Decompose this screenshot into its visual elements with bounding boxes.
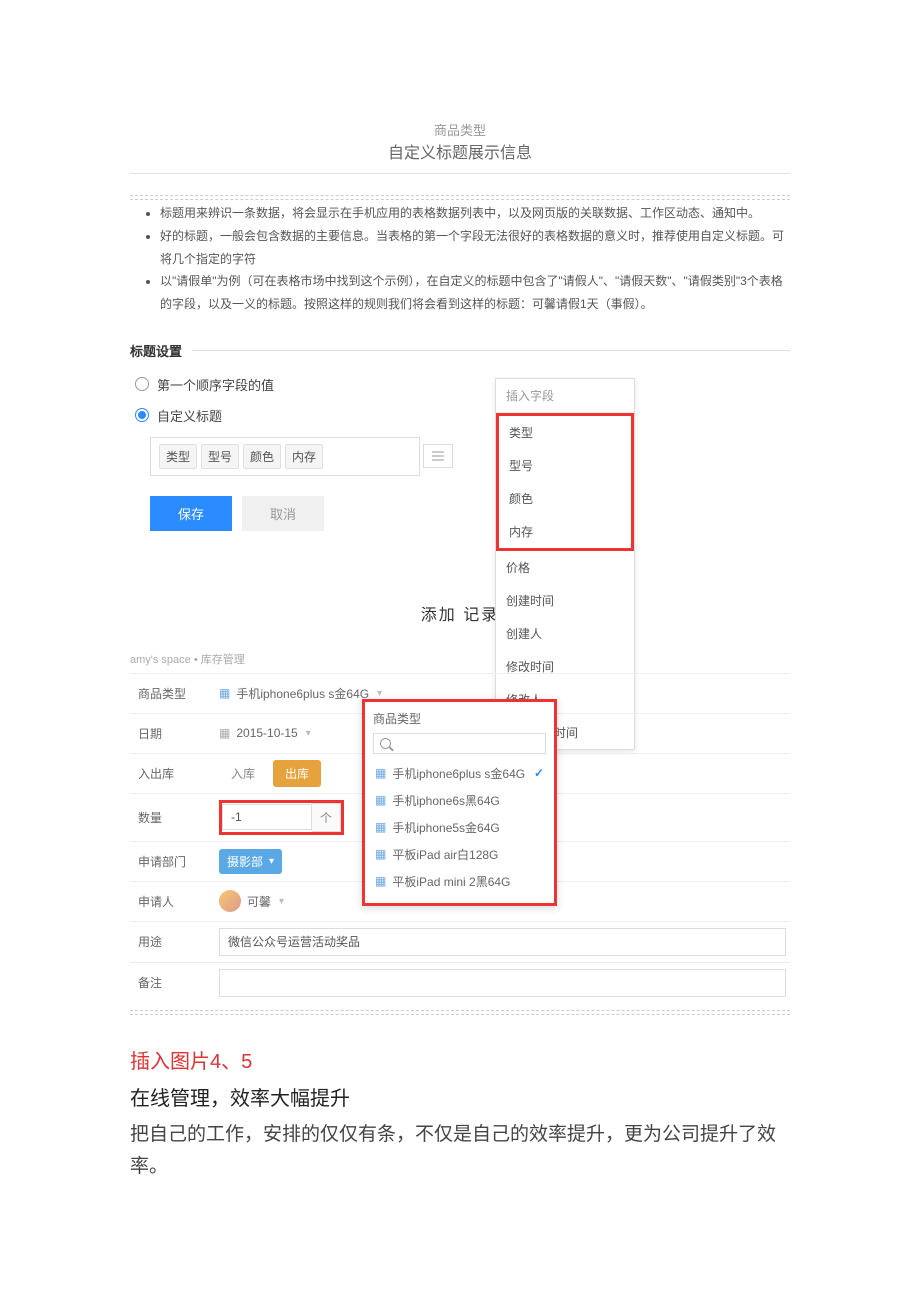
person-name: 可馨 <box>247 893 271 910</box>
popup-item-text: 平板iPad mini 2黑64G <box>392 873 510 890</box>
popup-item[interactable]: ▦ 手机iphone5s金64G <box>373 814 546 841</box>
popup-item[interactable]: ▦ 手机iphone6plus s金64G ✓ <box>373 760 546 787</box>
subheading: 在线管理，效率大幅提升 <box>130 1082 790 1111</box>
radio-custom-title[interactable]: 自定义标题 <box>135 406 790 425</box>
dropdown-item[interactable]: 内存 <box>499 515 631 548</box>
dashed-line <box>130 194 790 196</box>
label-use: 用途 <box>130 923 215 960</box>
quantity-unit: 个 <box>312 803 341 832</box>
popup-item-text: 手机iphone5s金64G <box>392 819 499 836</box>
label-product-type: 商品类型 <box>130 675 215 712</box>
popup-title: 商品类型 <box>373 710 546 727</box>
calendar-icon: ▦ <box>219 726 230 740</box>
chevron-down-icon: ▾ <box>306 728 311 739</box>
label-dept: 申请部门 <box>130 843 215 880</box>
section-line <box>192 350 790 351</box>
grid-icon: ▦ <box>375 820 386 834</box>
dropdown-item[interactable]: 型号 <box>499 449 631 482</box>
popup-search[interactable] <box>373 733 546 754</box>
tag-item[interactable]: 型号 <box>201 444 239 469</box>
check-icon: ✓ <box>534 766 544 780</box>
chevron-down-icon: ▾ <box>377 688 382 699</box>
grid-icon: ▦ <box>375 874 386 888</box>
radio-first-field[interactable]: 第一个顺序字段的值 <box>135 375 790 394</box>
radio-icon <box>135 377 149 391</box>
product-type-popup: 商品类型 ▦ 手机iphone6plus s金64G ✓ ▦ 手机iphone6… <box>362 699 557 906</box>
label-date: 日期 <box>130 715 215 752</box>
note-input[interactable] <box>219 969 786 997</box>
popup-item[interactable]: ▦ 平板iPad air白128G <box>373 841 546 868</box>
popup-item-text: 手机iphone6s黑64G <box>392 792 499 809</box>
label-qty: 数量 <box>130 799 215 836</box>
quantity-box-highlighted: 个 <box>219 800 344 835</box>
dropdown-item[interactable]: 价格 <box>496 551 634 584</box>
section-title-settings: 标题设置 <box>130 341 182 360</box>
date-text: 2015-10-15 <box>236 726 297 740</box>
product-type-text: 手机iphone6plus s金64G <box>236 685 369 702</box>
quantity-input[interactable] <box>222 804 312 830</box>
tag-item[interactable]: 颜色 <box>243 444 281 469</box>
insert-field-icon[interactable] <box>423 444 453 468</box>
radio-icon-checked <box>135 408 149 422</box>
grid-icon: ▦ <box>375 766 386 780</box>
dashed-line <box>130 1009 790 1011</box>
popup-item-text: 平板iPad air白128G <box>392 846 498 863</box>
grid-icon: ▦ <box>375 847 386 861</box>
cancel-button[interactable]: 取消 <box>242 496 324 531</box>
radio-label: 第一个顺序字段的值 <box>157 375 274 394</box>
divider <box>130 173 790 174</box>
body-text-section: 插入图片4、5 在线管理，效率大幅提升 把自己的工作，安排的仅仅有条，不仅是自己… <box>130 1045 790 1184</box>
search-icon <box>380 738 391 749</box>
tag-item[interactable]: 类型 <box>159 444 197 469</box>
radio-label: 自定义标题 <box>157 406 222 425</box>
header-title: 自定义标题展示信息 <box>130 139 790 163</box>
paragraph: 把自己的工作，安排的仅仅有条，不仅是自己的效率提升，更为公司提升了效率。 <box>130 1119 790 1184</box>
dropdown-item[interactable]: 创建时间 <box>496 584 634 617</box>
dashed-line <box>130 198 790 200</box>
insert-image-note: 插入图片4、5 <box>130 1045 790 1074</box>
popup-item[interactable]: ▦ 手机iphone6s黑64G <box>373 787 546 814</box>
tag-input-box[interactable]: 类型 型号 颜色 内存 <box>150 437 420 476</box>
bullet-item: 标题用来辨识一条数据，将会显示在手机应用的表格数据列表中，以及网页版的关联数据、… <box>160 202 790 225</box>
breadcrumb-item[interactable]: amy's space <box>130 654 191 666</box>
dashed-line <box>130 1013 790 1015</box>
highlighted-fields-box: 类型 型号 颜色 内存 <box>496 413 634 551</box>
label-io: 入出库 <box>130 755 215 792</box>
tag-item[interactable]: 内存 <box>285 444 323 469</box>
breadcrumb: amy's space • 库存管理 <box>130 645 790 673</box>
header-subtitle: 商品类型 <box>130 120 790 139</box>
bullet-item: 以"请假单"为例（可在表格市场中找到这个示例），在自定义的标题中包含了"请假人"… <box>160 270 790 316</box>
breadcrumb-item[interactable]: 库存管理 <box>201 654 245 666</box>
pill-in[interactable]: 入库 <box>219 760 267 787</box>
dept-text: 摄影部 <box>227 853 263 870</box>
avatar-icon <box>219 890 241 912</box>
description-list: 标题用来辨识一条数据，将会显示在手机应用的表格数据列表中，以及网页版的关联数据、… <box>130 202 790 316</box>
use-input[interactable] <box>219 928 786 956</box>
chevron-down-icon: ▾ <box>269 856 274 867</box>
bullet-item: 好的标题，一般会包含数据的主要信息。当表格的第一个字段无法很好的表格数据的意义时… <box>160 225 790 271</box>
popup-item-text: 手机iphone6plus s金64G <box>392 765 525 782</box>
label-note: 备注 <box>130 964 215 1001</box>
dropdown-item[interactable]: 类型 <box>499 416 631 449</box>
dropdown-item[interactable]: 颜色 <box>499 482 631 515</box>
page-header: 商品类型 自定义标题展示信息 <box>130 120 790 163</box>
dept-pill[interactable]: 摄影部 ▾ <box>219 849 282 874</box>
chevron-down-icon: ▾ <box>279 896 284 907</box>
add-record-title: 添加 记录 <box>0 601 920 625</box>
dropdown-header: 插入字段 <box>496 379 634 413</box>
grid-icon: ▦ <box>219 686 230 700</box>
grid-icon: ▦ <box>375 793 386 807</box>
label-person: 申请人 <box>130 883 215 920</box>
save-button[interactable]: 保存 <box>150 496 232 531</box>
popup-item[interactable]: ▦ 平板iPad mini 2黑64G <box>373 868 546 895</box>
pill-out[interactable]: 出库 <box>273 760 321 787</box>
